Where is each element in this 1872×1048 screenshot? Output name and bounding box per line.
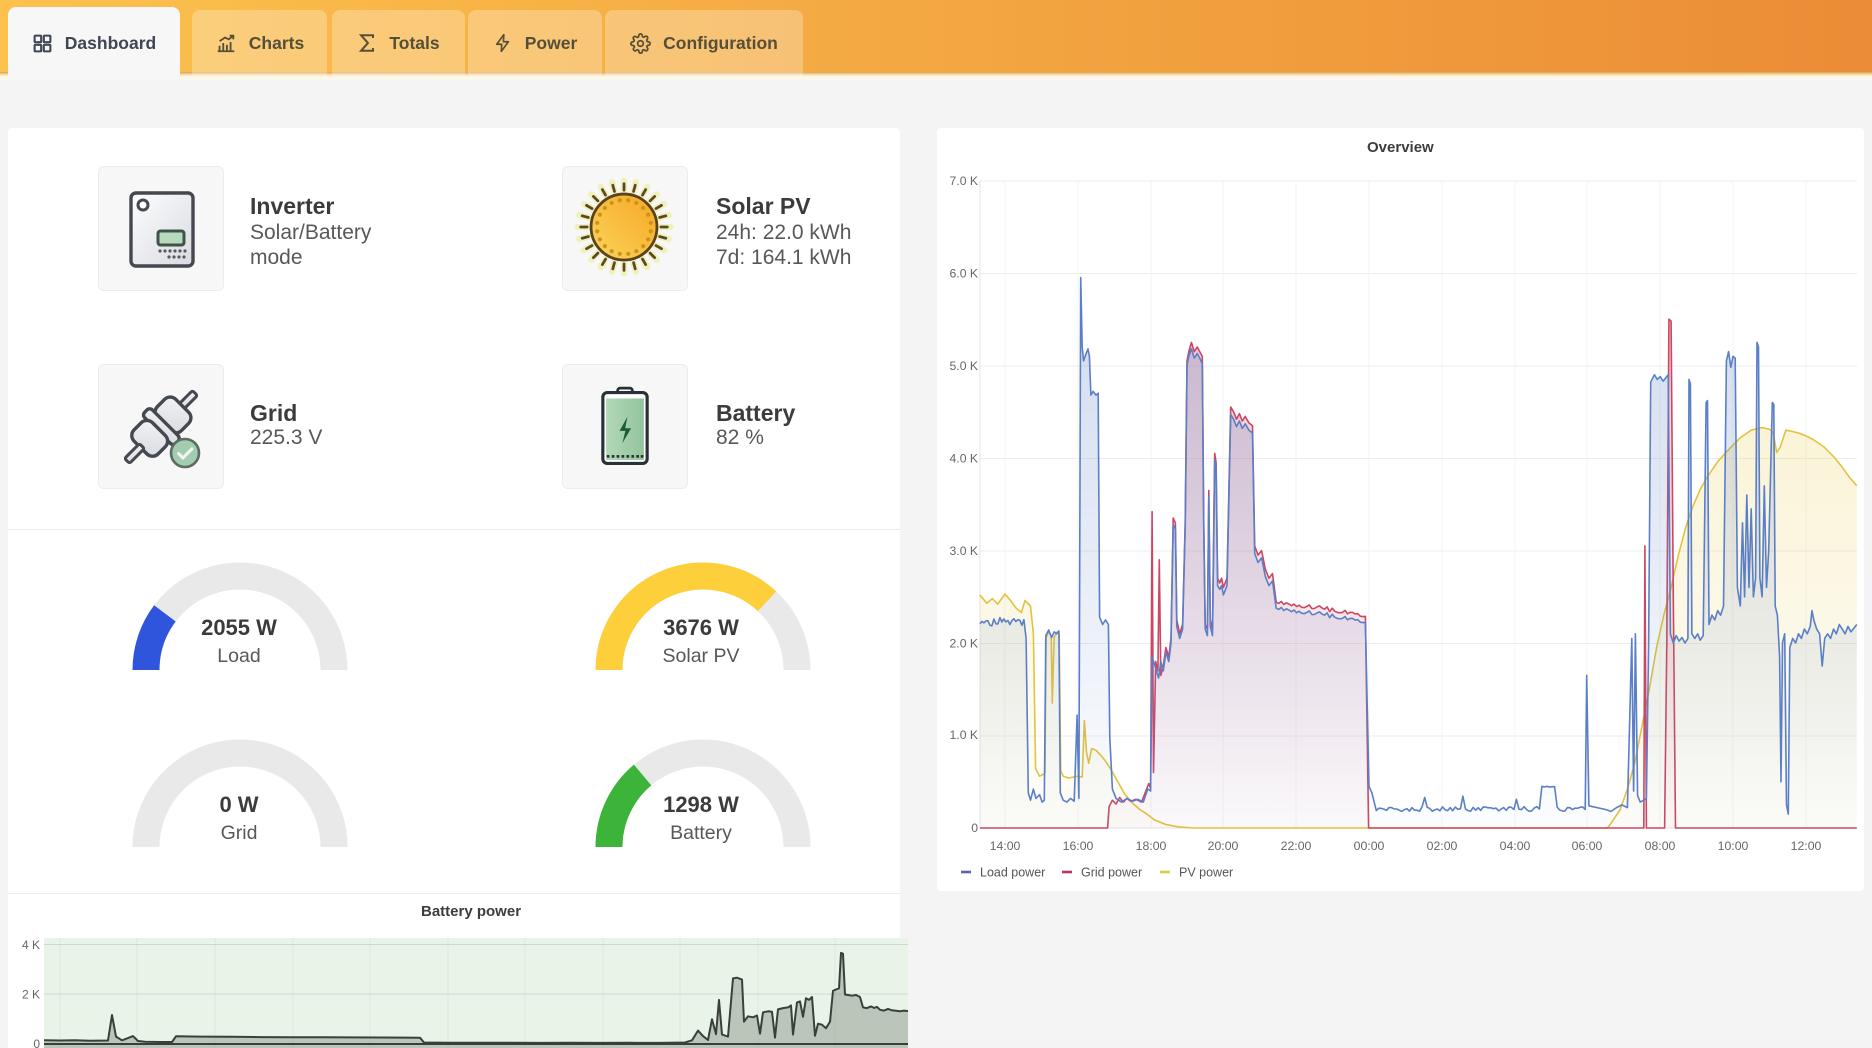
svg-text:10:00: 10:00	[1718, 839, 1749, 853]
svg-text:08:00: 08:00	[1645, 839, 1676, 853]
svg-text:4 K: 4 K	[22, 938, 40, 952]
svg-text:2.0 K: 2.0 K	[950, 637, 978, 651]
svg-text:22:00: 22:00	[1281, 839, 1312, 853]
svg-text:00:00: 00:00	[1354, 839, 1385, 853]
svg-text:7.0 K: 7.0 K	[950, 174, 978, 188]
svg-text:4.0 K: 4.0 K	[950, 452, 978, 466]
svg-text:0: 0	[971, 821, 978, 835]
svg-text:0: 0	[33, 1037, 40, 1048]
svg-text:18:00: 18:00	[1136, 839, 1167, 853]
svg-text:04:00: 04:00	[1500, 839, 1531, 853]
svg-text:Grid power: Grid power	[1081, 866, 1142, 880]
svg-text:2 K: 2 K	[22, 988, 40, 1002]
svg-text:6.0 K: 6.0 K	[950, 267, 978, 281]
svg-text:20:00: 20:00	[1208, 839, 1239, 853]
svg-text:Load power: Load power	[980, 866, 1045, 880]
svg-text:02:00: 02:00	[1427, 839, 1458, 853]
svg-text:12:00: 12:00	[1791, 839, 1822, 853]
svg-text:5.0 K: 5.0 K	[950, 359, 978, 373]
svg-text:14:00: 14:00	[990, 839, 1021, 853]
svg-text:PV power: PV power	[1179, 866, 1233, 880]
svg-text:06:00: 06:00	[1572, 839, 1603, 853]
svg-text:1.0 K: 1.0 K	[950, 728, 978, 742]
svg-text:16:00: 16:00	[1063, 839, 1094, 853]
svg-text:3.0 K: 3.0 K	[950, 544, 978, 558]
